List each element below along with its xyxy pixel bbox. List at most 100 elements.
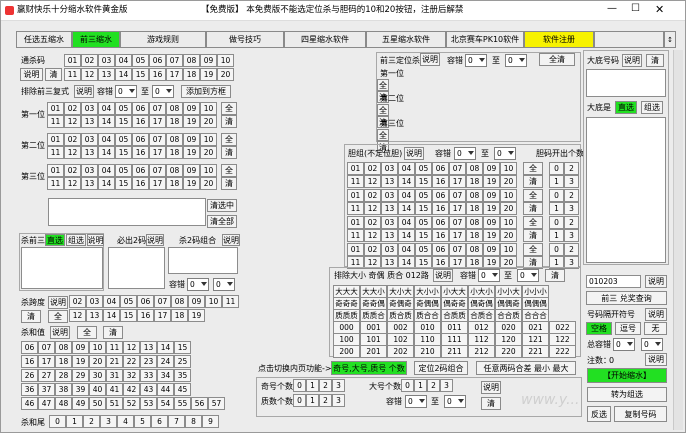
- left-pos1-grid-1-cell[interactable]: 07: [149, 102, 166, 115]
- dan-row3-counts-b[interactable]: 13: [549, 229, 579, 242]
- dan-row3-counts-a[interactable]: 02: [549, 216, 579, 229]
- dan-row1-grid-1-cell[interactable]: 01: [347, 162, 364, 175]
- dan-row3-grid-2-cell[interactable]: 16: [432, 229, 449, 242]
- sum-row-2-cell[interactable]: 23: [140, 355, 157, 368]
- dan-row1-grid-2[interactable]: 11 12 13 14 15 16 17 18 19 20: [347, 175, 517, 188]
- left-pos3-grid-2-cell[interactable]: 14: [98, 177, 115, 190]
- dan-row3-counts-a-cell[interactable]: 2: [564, 216, 579, 229]
- dan-row4-grid-1-cell[interactable]: 09: [483, 243, 500, 256]
- tongsha-clear[interactable]: 清: [45, 68, 62, 81]
- dan-row2-grid-2-cell[interactable]: 20: [500, 202, 517, 215]
- left-pos1-grid-2-cell[interactable]: 17: [149, 115, 166, 128]
- tab-5star[interactable]: 五星缩水软件: [366, 31, 446, 48]
- sum-clear[interactable]: 清: [103, 326, 123, 339]
- prime-count-cell[interactable]: 2: [319, 394, 332, 407]
- dan-row2-grid-2-cell[interactable]: 13: [381, 202, 398, 215]
- sum-all[interactable]: 全: [77, 326, 97, 339]
- dan-row4-counts-a[interactable]: 02: [549, 243, 579, 256]
- route-cell[interactable]: 202: [387, 345, 414, 358]
- scrollbar[interactable]: [673, 50, 683, 430]
- left-pos3-grid-1-cell[interactable]: 04: [98, 164, 115, 177]
- sum-row-2-cell[interactable]: 17: [38, 355, 55, 368]
- route-cell[interactable]: 220: [495, 345, 522, 358]
- kill-front3-direct[interactable]: 直选: [45, 234, 65, 246]
- dan-row1-all[interactable]: 全: [523, 162, 543, 175]
- big-count-cell[interactable]: 0: [401, 379, 414, 392]
- dan-row4-grid-1-cell[interactable]: 04: [398, 243, 415, 256]
- dan-tol-to[interactable]: 0: [494, 147, 516, 160]
- tail-number[interactable]: 3: [100, 415, 117, 428]
- tab-tips[interactable]: 做号技巧: [206, 31, 284, 48]
- left-pos1-grid-2-cell[interactable]: 18: [166, 115, 183, 128]
- dan-row2-grid-1-cell[interactable]: 03: [381, 189, 398, 202]
- left-pos2-grid-2-cell[interactable]: 11: [47, 146, 64, 159]
- dadi-clear[interactable]: 清: [646, 54, 664, 67]
- sum-row-2-cell[interactable]: 19: [72, 355, 89, 368]
- sum-row-2-cell[interactable]: 25: [174, 355, 191, 368]
- sum-row-4-cell[interactable]: 40: [89, 383, 106, 396]
- tongsha-number[interactable]: 14: [115, 68, 132, 81]
- left-pos3-clear[interactable]: 清: [221, 177, 237, 190]
- sum-row-4-cell[interactable]: 38: [55, 383, 72, 396]
- dan-row3-grid-2-cell[interactable]: 15: [415, 229, 432, 242]
- dan-row3-grid-1-cell[interactable]: 09: [483, 216, 500, 229]
- dan-row2-grid-1[interactable]: 01 02 03 04 05 06 07 08 09 10: [347, 189, 517, 202]
- dan-row1-grid-1-cell[interactable]: 06: [432, 162, 449, 175]
- left-pos2-grid-1-cell[interactable]: 08: [166, 133, 183, 146]
- tail-number[interactable]: 8: [185, 415, 202, 428]
- route-cell[interactable]: 201: [360, 345, 387, 358]
- dan-row2-grid-2-cell[interactable]: 17: [449, 202, 466, 215]
- tongsha-number[interactable]: 06: [149, 54, 166, 67]
- span-number[interactable]: 07: [154, 295, 171, 308]
- dan-row3-grid-2-cell[interactable]: 14: [398, 229, 415, 242]
- sum-row-5-cell[interactable]: 48: [55, 397, 72, 410]
- copy-button[interactable]: 复制号码: [614, 406, 667, 422]
- sum-row-4-cell[interactable]: 36: [21, 383, 38, 396]
- left-pos2-grid-1-cell[interactable]: 05: [115, 133, 132, 146]
- span-number[interactable]: 05: [120, 295, 137, 308]
- left-pos2-clear[interactable]: 清: [221, 146, 237, 159]
- sum-row-1-cell[interactable]: 08: [55, 341, 72, 354]
- dadi-explain[interactable]: 说明: [622, 54, 642, 67]
- tab-rules[interactable]: 游戏规则: [120, 31, 206, 48]
- dan-row2-grid-2-cell[interactable]: 14: [398, 202, 415, 215]
- left-pos3-grid-1[interactable]: 01 02 03 04 05 06 07 08 09 10: [47, 164, 217, 177]
- left-pos2-grid-1-cell[interactable]: 07: [149, 133, 166, 146]
- big-count-grid[interactable]: 0123: [401, 379, 453, 392]
- front3-tol-from[interactable]: 0: [465, 54, 487, 67]
- tail-number[interactable]: 9: [202, 415, 219, 428]
- dan-row2-grid-2-cell[interactable]: 19: [483, 202, 500, 215]
- sum-row-3-cell[interactable]: 27: [38, 369, 55, 382]
- dan-row4-grid-1-cell[interactable]: 08: [466, 243, 483, 256]
- dan-row3-grid-1-cell[interactable]: 08: [466, 216, 483, 229]
- odd-count-cell[interactable]: 2: [319, 379, 332, 392]
- route-cell[interactable]: 200: [333, 345, 360, 358]
- big-count-cell[interactable]: 2: [427, 379, 440, 392]
- dan-row3-counts-b-cell[interactable]: 1: [549, 229, 564, 242]
- span-all[interactable]: 全: [48, 310, 68, 323]
- left-pos1-grid-1-cell[interactable]: 04: [98, 102, 115, 115]
- tongsha-number[interactable]: 03: [98, 54, 115, 67]
- span-number[interactable]: 16: [137, 309, 154, 322]
- sum-row-3-cell[interactable]: 26: [21, 369, 38, 382]
- span-number[interactable]: 10: [205, 295, 222, 308]
- left-pos3-grid-1-cell[interactable]: 08: [166, 164, 183, 177]
- span-number[interactable]: 12: [69, 309, 86, 322]
- sum-row-2-cell[interactable]: 21: [106, 355, 123, 368]
- sum-row-1-cell[interactable]: 09: [72, 341, 89, 354]
- dan-row1-counts-b-cell[interactable]: 3: [564, 175, 579, 188]
- dan-row1-grid-1-cell[interactable]: 02: [364, 162, 381, 175]
- left-pos3-grid-2-cell[interactable]: 12: [64, 177, 81, 190]
- dan-row3-grid-1-cell[interactable]: 01: [347, 216, 364, 229]
- span-number[interactable]: 09: [188, 295, 205, 308]
- dan-row1-grid-2-cell[interactable]: 17: [449, 175, 466, 188]
- left-pos2-grid-2-cell[interactable]: 17: [149, 146, 166, 159]
- left-pos3-grid-2-cell[interactable]: 18: [166, 177, 183, 190]
- tongsha-number[interactable]: 18: [183, 68, 200, 81]
- left-pos2-grid-2-cell[interactable]: 18: [166, 146, 183, 159]
- tongsha-explain[interactable]: 说明: [20, 68, 43, 81]
- dan-row3-grid-2-cell[interactable]: 11: [347, 229, 364, 242]
- left-pos2-grid-1-cell[interactable]: 02: [64, 133, 81, 146]
- switch-odd-big-prime[interactable]: 奇号,大号,质号 个数: [331, 361, 407, 375]
- span-grid-2[interactable]: 12 13 14 15 16 17 18 19: [69, 309, 205, 322]
